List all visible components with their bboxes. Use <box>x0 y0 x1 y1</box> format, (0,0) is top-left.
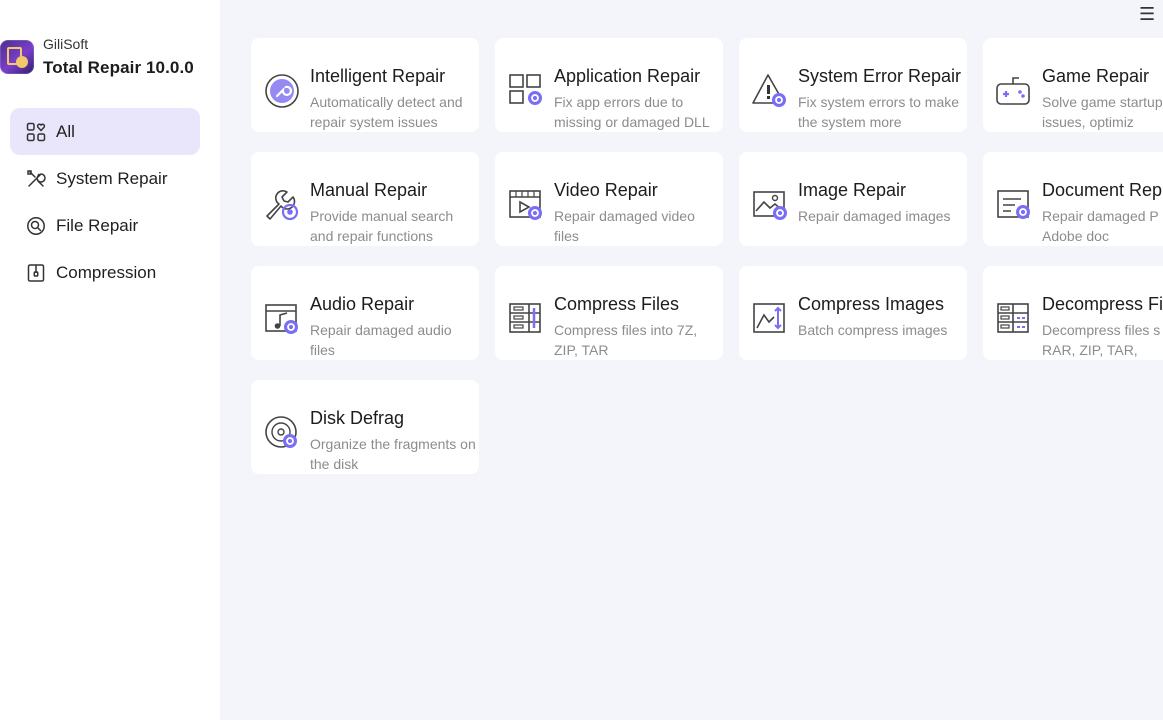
sidebar-item-all[interactable]: All <box>10 108 200 155</box>
disk-icon <box>263 414 301 452</box>
video-icon <box>507 186 545 224</box>
card-manual-repair[interactable]: Manual Repair Provide manual search and … <box>251 152 479 246</box>
card-description: Solve game startup lag issues, optimiz <box>1042 94 1163 130</box>
wrench-circle-icon <box>263 72 301 110</box>
sidebar-item-label: All <box>56 121 75 141</box>
app-title: Total Repair 10.0.0 <box>43 58 194 77</box>
card-disk-defrag[interactable]: Disk Defrag Organize the fragments on th… <box>251 380 479 474</box>
card-description: Compress files into 7Z, ZIP, TAR <box>554 322 698 358</box>
card-title: Game Repair <box>1042 66 1150 86</box>
file-repair-icon <box>25 215 47 237</box>
card-image-repair[interactable]: Image Repair Repair damaged images <box>739 152 967 246</box>
card-title: Decompress Fi <box>1042 294 1163 314</box>
card-audio-repair[interactable]: Audio Repair Repair damaged audio files <box>251 266 479 360</box>
sidebar-item-label: File Repair <box>56 215 139 235</box>
card-title: Audio Repair <box>310 294 415 314</box>
card-title: Video Repair <box>554 180 658 200</box>
archive-icon <box>507 300 545 338</box>
card-game-repair[interactable]: Game Repair Solve game startup lag issue… <box>983 38 1163 132</box>
sidebar-nav: All System Repair File Repair Compressio… <box>10 108 206 296</box>
gamepad-icon <box>995 72 1033 110</box>
compression-icon <box>25 262 47 284</box>
card-title: Compress Images <box>798 294 945 314</box>
card-description: Automatically detect and repair system i… <box>310 94 463 130</box>
card-title: Application Repair <box>554 66 701 86</box>
image-icon <box>751 186 789 224</box>
wrench-gear-icon <box>263 186 301 224</box>
card-decompress-files[interactable]: Decompress Fi Decompress files s 7Z, RAR… <box>983 266 1163 360</box>
card-description: Batch compress images <box>798 322 948 338</box>
card-system-error-repair[interactable]: System Error Repair Fix system errors to… <box>739 38 967 132</box>
card-intelligent-repair[interactable]: Intelligent Repair Automatically detect … <box>251 38 479 132</box>
card-description: Repair damaged video files <box>554 208 695 244</box>
card-title: Intelligent Repair <box>310 66 446 86</box>
compress-image-icon <box>751 300 789 338</box>
sidebar-item-label: Compression <box>56 262 157 282</box>
document-icon <box>995 186 1033 224</box>
app-logo-icon <box>0 40 34 74</box>
card-description: Organize the fragments on the disk <box>310 436 476 472</box>
sidebar-item-file-repair[interactable]: File Repair <box>10 202 200 249</box>
sidebar-item-system-repair[interactable]: System Repair <box>10 155 200 202</box>
card-compress-images[interactable]: Compress Images Batch compress images <box>739 266 967 360</box>
sidebar: GiliSoft Total Repair 10.0.0 All System … <box>0 0 220 720</box>
warning-triangle-icon <box>751 72 789 110</box>
menu-icon[interactable]: ☰ <box>1139 4 1155 24</box>
card-description: Decompress files s 7Z, RAR, ZIP, TAR, <box>1042 322 1163 358</box>
card-title: Image Repair <box>798 180 907 200</box>
card-description: Provide manual search and repair functio… <box>310 208 454 244</box>
card-description: Repair damaged P Office, Adobe doc <box>1042 208 1163 244</box>
app-windows-icon <box>507 72 545 110</box>
card-compress-files[interactable]: Compress Files Compress files into 7Z, Z… <box>495 266 723 360</box>
sidebar-item-compression[interactable]: Compression <box>10 249 200 296</box>
card-description: Fix system errors to make the system mor… <box>798 94 960 130</box>
decompress-icon <box>995 300 1033 338</box>
card-description: Fix app errors due to missing or damaged… <box>554 94 710 130</box>
tools-icon <box>25 168 47 190</box>
audio-icon <box>263 300 301 338</box>
sidebar-item-label: System Repair <box>56 168 168 188</box>
card-document-repair[interactable]: Document Rep Repair damaged P Office, Ad… <box>983 152 1163 246</box>
app-brand: GiliSoft Total Repair 10.0.0 <box>0 36 220 80</box>
card-description: Repair damaged audio files <box>310 322 452 358</box>
card-title: Disk Defrag <box>310 408 405 428</box>
card-application-repair[interactable]: Application Repair Fix app errors due to… <box>495 38 723 132</box>
grid-heart-icon <box>25 121 47 143</box>
card-title: Compress Files <box>554 294 680 314</box>
card-title: Document Rep <box>1042 180 1163 200</box>
card-title: Manual Repair <box>310 180 428 200</box>
card-title: System Error Repair <box>798 66 962 86</box>
app-vendor: GiliSoft <box>43 36 89 52</box>
card-description: Repair damaged images <box>798 208 951 224</box>
card-video-repair[interactable]: Video Repair Repair damaged video files <box>495 152 723 246</box>
